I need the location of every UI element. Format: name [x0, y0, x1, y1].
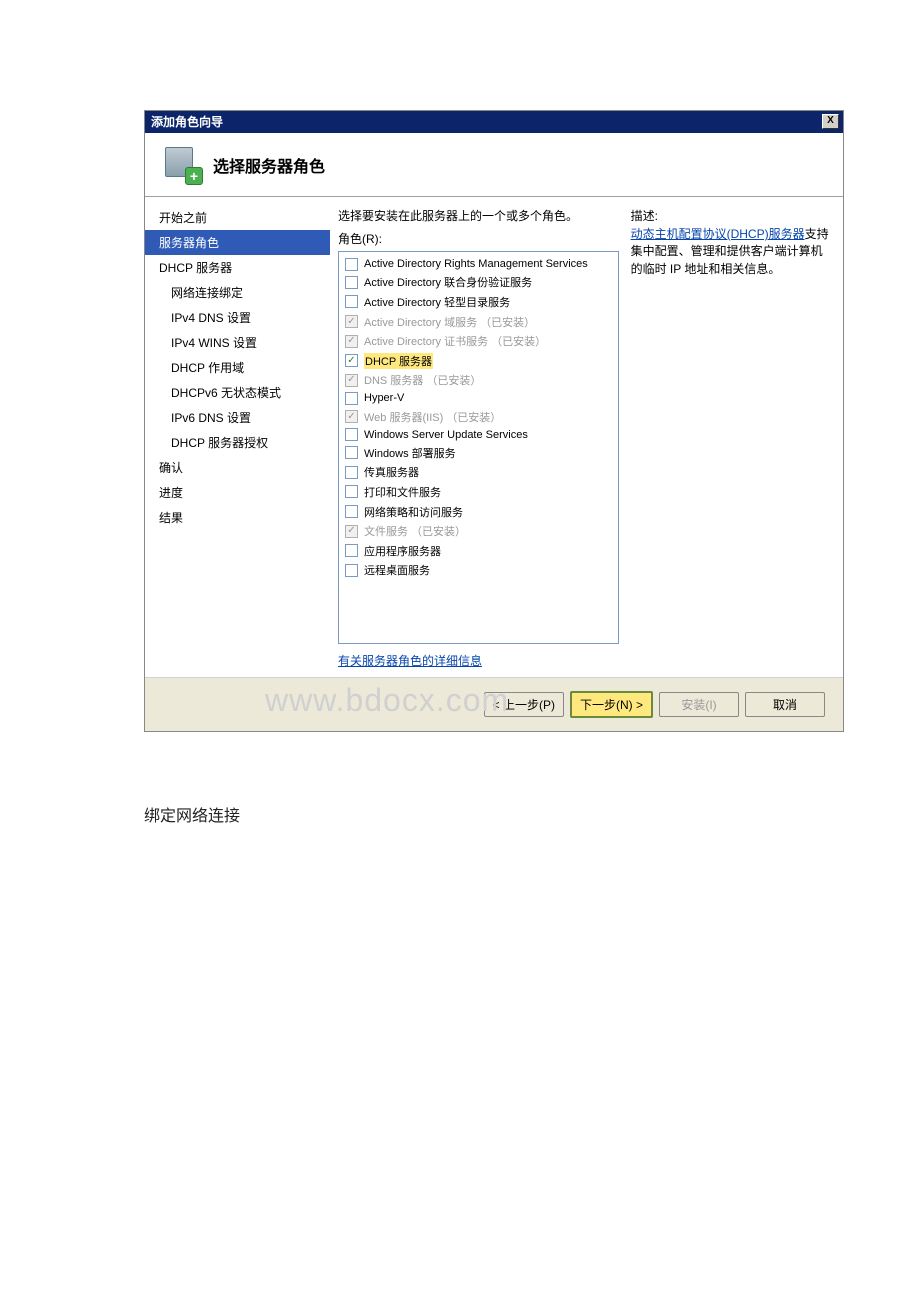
description-label: 描述:	[631, 207, 831, 224]
role-label: 网络策略和访问服务	[364, 504, 463, 520]
role-item[interactable]: 应用程序服务器	[345, 541, 612, 561]
role-item[interactable]: 传真服务器	[345, 463, 612, 483]
checkbox-icon[interactable]	[345, 258, 358, 271]
plus-icon: +	[185, 167, 203, 185]
checkbox-icon[interactable]	[345, 544, 358, 557]
role-label: DNS 服务器 （已安装）	[364, 372, 481, 388]
role-label: 远程桌面服务	[364, 562, 430, 578]
role-label: Windows 部署服务	[364, 445, 456, 461]
role-item[interactable]: Active Directory 轻型目录服务	[345, 292, 612, 312]
sidebar-item[interactable]: 结果	[145, 505, 330, 530]
role-label: Active Directory 证书服务 （已安装）	[364, 333, 546, 349]
checkbox-icon[interactable]	[345, 428, 358, 441]
role-item: ✓ Web 服务器(IIS) （已安装）	[345, 407, 612, 427]
checkbox-icon[interactable]	[345, 392, 358, 405]
wizard-sidebar: 开始之前服务器角色DHCP 服务器网络连接绑定IPv4 DNS 设置IPv4 W…	[145, 197, 330, 677]
wizard-footer: www.bdocx.com < 上一步(P) 下一步(N) > 安装(I) 取消	[145, 677, 843, 731]
wizard-header: + 选择服务器角色	[145, 133, 843, 197]
sidebar-item[interactable]: 服务器角色	[145, 230, 330, 255]
role-item[interactable]: Hyper-V	[345, 390, 612, 407]
page-caption: 绑定网络连接	[144, 802, 844, 826]
checkbox-icon: ✓	[345, 410, 358, 423]
titlebar: 添加角色向导 X	[145, 111, 843, 133]
role-label: Active Directory Rights Management Servi…	[364, 258, 588, 270]
role-item[interactable]: ✓ DHCP 服务器	[345, 351, 612, 371]
sidebar-item[interactable]: DHCP 服务器	[145, 255, 330, 280]
description-text: 动态主机配置协议(DHCP)服务器支持集中配置、管理和提供客户端计算机的临时 I…	[631, 226, 831, 278]
sidebar-item[interactable]: IPv4 WINS 设置	[145, 330, 330, 355]
checkbox-icon[interactable]	[345, 505, 358, 518]
role-item[interactable]: Active Directory 联合身份验证服务	[345, 273, 612, 293]
close-icon[interactable]: X	[822, 114, 839, 129]
role-label: Windows Server Update Services	[364, 429, 528, 441]
roles-label: 角色(R):	[338, 230, 619, 247]
checkbox-icon: ✓	[345, 315, 358, 328]
role-item: ✓ DNS 服务器 （已安装）	[345, 371, 612, 391]
role-item[interactable]: 远程桌面服务	[345, 561, 612, 581]
next-button[interactable]: 下一步(N) >	[570, 691, 653, 718]
window-title: 添加角色向导	[151, 113, 223, 130]
sidebar-item[interactable]: DHCP 服务器授权	[145, 430, 330, 455]
roles-listbox[interactable]: Active Directory Rights Management Servi…	[338, 251, 619, 644]
checkbox-icon: ✓	[345, 374, 358, 387]
checkbox-icon[interactable]	[345, 485, 358, 498]
main-panel: 选择要安装在此服务器上的一个或多个角色。 角色(R): Active Direc…	[330, 197, 843, 677]
wizard-content: 开始之前服务器角色DHCP 服务器网络连接绑定IPv4 DNS 设置IPv4 W…	[145, 197, 843, 677]
role-label: 文件服务 （已安装）	[364, 523, 466, 539]
checkbox-icon[interactable]	[345, 295, 358, 308]
role-label: Hyper-V	[364, 392, 404, 404]
role-label: Active Directory 轻型目录服务	[364, 294, 510, 310]
install-button: 安装(I)	[659, 692, 739, 717]
role-item: ✓ Active Directory 证书服务 （已安装）	[345, 331, 612, 351]
back-button[interactable]: < 上一步(P)	[484, 692, 564, 717]
checkbox-icon[interactable]: ✓	[345, 354, 358, 367]
sidebar-item[interactable]: DHCP 作用域	[145, 355, 330, 380]
role-label: Web 服务器(IIS) （已安装）	[364, 409, 501, 425]
sidebar-item[interactable]: 开始之前	[145, 205, 330, 230]
sidebar-item[interactable]: DHCPv6 无状态模式	[145, 380, 330, 405]
checkbox-icon[interactable]	[345, 276, 358, 289]
add-roles-wizard-dialog: 添加角色向导 X + 选择服务器角色 开始之前服务器角色DHCP 服务器网络连接…	[144, 110, 844, 732]
server-role-icon: +	[165, 147, 201, 183]
checkbox-icon: ✓	[345, 525, 358, 538]
instruction-text: 选择要安装在此服务器上的一个或多个角色。	[338, 207, 619, 224]
checkbox-icon: ✓	[345, 335, 358, 348]
role-label: 打印和文件服务	[364, 484, 441, 500]
sidebar-item[interactable]: IPv4 DNS 设置	[145, 305, 330, 330]
sidebar-item[interactable]: 进度	[145, 480, 330, 505]
role-item[interactable]: 打印和文件服务	[345, 482, 612, 502]
role-label: DHCP 服务器	[364, 353, 433, 369]
sidebar-item[interactable]: 网络连接绑定	[145, 280, 330, 305]
role-item[interactable]: Active Directory Rights Management Servi…	[345, 256, 612, 273]
role-item: ✓ Active Directory 域服务 （已安装）	[345, 312, 612, 332]
checkbox-icon[interactable]	[345, 564, 358, 577]
description-link[interactable]: 动态主机配置协议(DHCP)服务器	[631, 227, 805, 241]
cancel-button[interactable]: 取消	[745, 692, 825, 717]
sidebar-item[interactable]: 确认	[145, 455, 330, 480]
watermark-text: www.bdocx.com	[265, 682, 509, 719]
role-item[interactable]: 网络策略和访问服务	[345, 502, 612, 522]
sidebar-item[interactable]: IPv6 DNS 设置	[145, 405, 330, 430]
role-label: 应用程序服务器	[364, 543, 441, 559]
checkbox-icon[interactable]	[345, 466, 358, 479]
checkbox-icon[interactable]	[345, 446, 358, 459]
page-title: 选择服务器角色	[213, 153, 325, 177]
more-info-link[interactable]: 有关服务器角色的详细信息	[338, 652, 619, 669]
role-label: Active Directory 域服务 （已安装）	[364, 314, 535, 330]
role-label: 传真服务器	[364, 464, 419, 480]
role-label: Active Directory 联合身份验证服务	[364, 274, 532, 290]
role-item[interactable]: Windows 部署服务	[345, 443, 612, 463]
role-item[interactable]: Windows Server Update Services	[345, 426, 612, 443]
role-item: ✓ 文件服务 （已安装）	[345, 521, 612, 541]
